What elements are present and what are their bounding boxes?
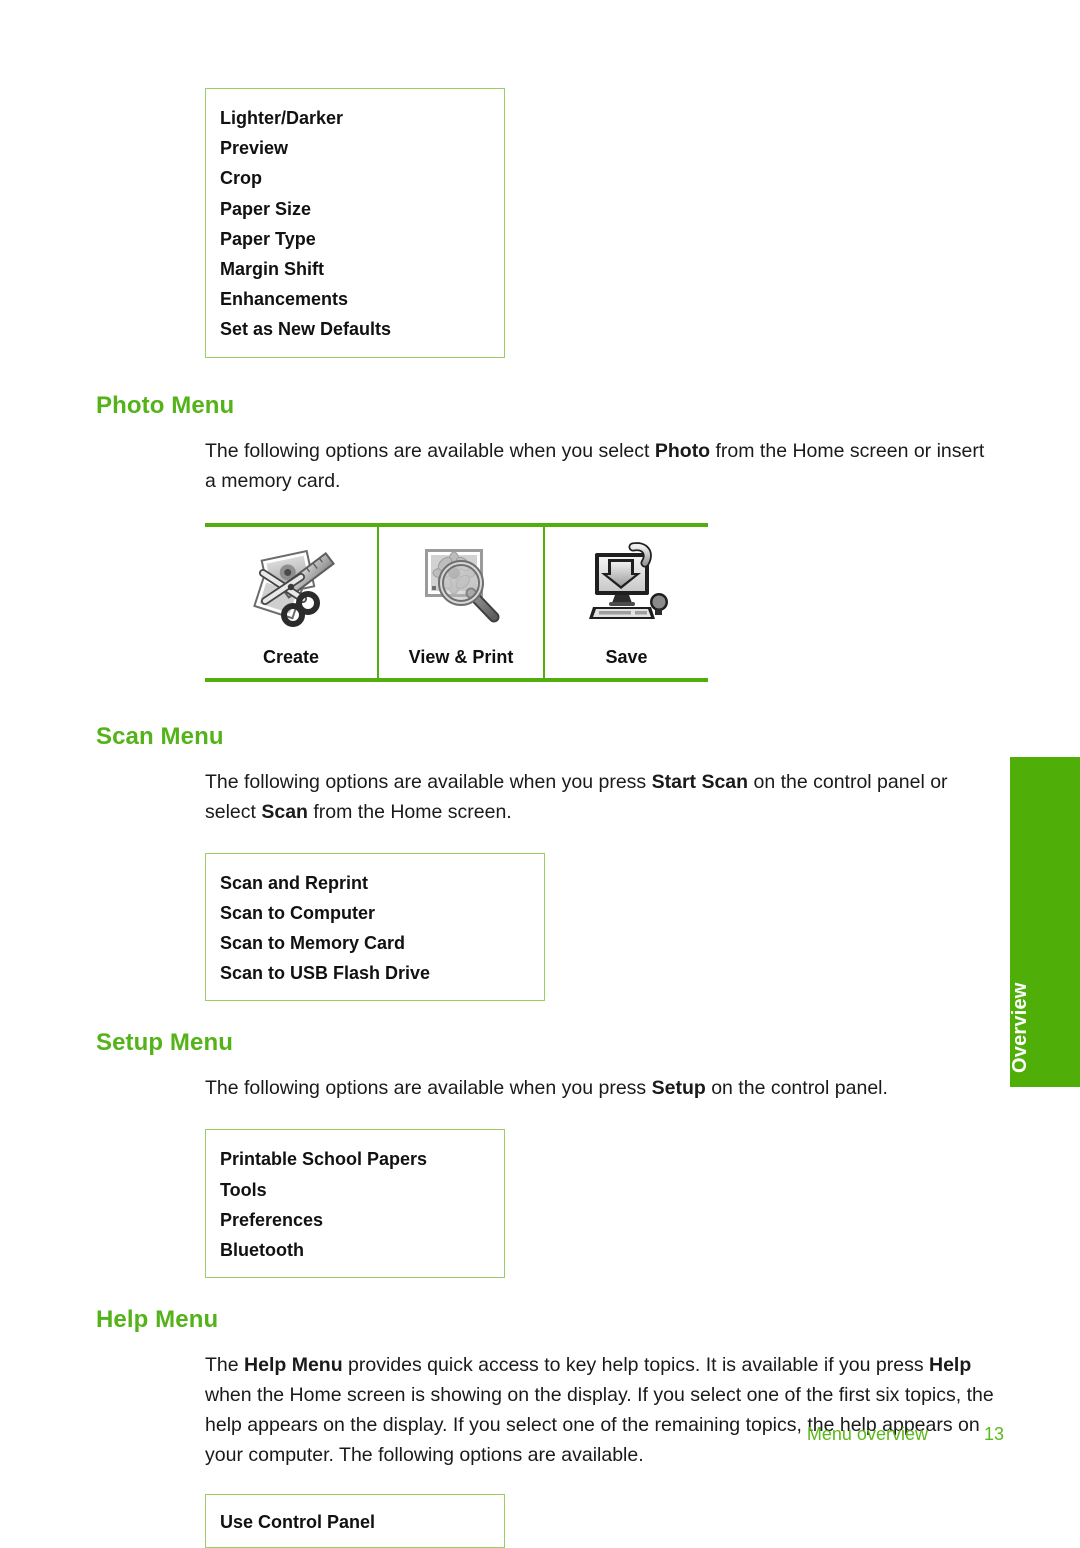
text-run-bold: Help Menu	[244, 1354, 343, 1377]
list-item: Tools	[220, 1179, 267, 1200]
text-run-bold: Photo	[654, 439, 711, 462]
list-item: Crop	[220, 168, 262, 189]
list-item: Scan to Computer	[220, 902, 376, 923]
section-heading-photo-menu: Photo Menu	[96, 391, 235, 419]
text-run: The	[205, 1354, 245, 1377]
computer-download-icon	[545, 537, 708, 633]
text-run: on the control panel.	[705, 1077, 888, 1100]
help-menu-intro: The Help Menu provides quick access to k…	[205, 1350, 995, 1470]
list-item: Scan to USB Flash Drive	[220, 963, 431, 984]
setup-menu-intro: The following options are available when…	[205, 1073, 995, 1103]
list-item: Scan and Reprint	[220, 872, 369, 893]
photo-menu-icon-table: Create View & Print Save	[205, 522, 708, 682]
list-item: Preferences	[220, 1209, 324, 1230]
scan-menu-options-box: Scan and Reprint Scan to Computer Scan t…	[205, 852, 545, 1002]
list-item: Bluetooth	[220, 1240, 304, 1261]
list-item: Scan to Memory Card	[220, 933, 406, 954]
list-item: Set as New Defaults	[220, 319, 392, 340]
photo-menu-intro: The following options are available when…	[205, 436, 995, 496]
text-run-bold: Setup	[651, 1077, 706, 1100]
setup-menu-options-box: Printable School Papers Tools Preference…	[205, 1129, 505, 1279]
section-heading-scan-menu: Scan Menu	[96, 722, 224, 750]
text-run-bold: Start Scan	[651, 770, 749, 793]
text-run-bold: Scan	[261, 800, 308, 823]
section-heading-help-menu: Help Menu	[96, 1306, 219, 1334]
side-tab-overview: Overview	[1009, 757, 1080, 1087]
scissors-photos-ruler-icon	[205, 537, 377, 633]
table-cell-create: Create	[205, 527, 377, 678]
side-tab-label: Overview	[1009, 982, 1031, 1073]
footer-page-number: 13	[983, 1424, 1004, 1444]
list-item: Enhancements	[220, 289, 349, 310]
table-cell-label: Save	[605, 646, 648, 667]
list-item: Preview	[220, 138, 289, 159]
magnifier-photo-icon	[379, 537, 543, 633]
text-run: provides quick access to key help topics…	[342, 1354, 929, 1377]
section-heading-setup-menu: Setup Menu	[96, 1029, 233, 1057]
text-run: The following options are available when…	[205, 1077, 652, 1100]
text-run: The following options are available when…	[205, 439, 655, 462]
text-run: from the Home screen.	[307, 800, 512, 823]
help-menu-options-box: Use Control Panel	[205, 1494, 505, 1548]
page-footer: Menu overview 13	[0, 1424, 1004, 1445]
list-item: Paper Size	[220, 198, 312, 219]
text-run-bold: Help	[929, 1354, 972, 1377]
copy-menu-options-box: Lighter/Darker Preview Crop Paper Size P…	[205, 88, 505, 358]
table-cell-label: Create	[262, 646, 320, 667]
table-cell-save: Save	[543, 526, 708, 678]
list-item: Paper Type	[220, 228, 316, 249]
list-item: Printable School Papers	[220, 1149, 428, 1170]
list-item: Margin Shift	[220, 259, 324, 280]
document-page: Overview Lighter/Darker Preview Crop Pap…	[0, 0, 1080, 1548]
table-cell-view-print: View & Print	[377, 526, 543, 678]
list-item: Lighter/Darker	[220, 108, 344, 128]
list-item: Use Control Panel	[220, 1512, 376, 1533]
page-content: Lighter/Darker Preview Crop Paper Size P…	[96, 0, 1004, 1548]
footer-title: Menu overview	[806, 1424, 928, 1444]
table-cell-label: View & Print	[408, 646, 514, 667]
scan-menu-intro: The following options are available when…	[205, 767, 995, 827]
text-run: The following options are available when…	[205, 770, 652, 793]
